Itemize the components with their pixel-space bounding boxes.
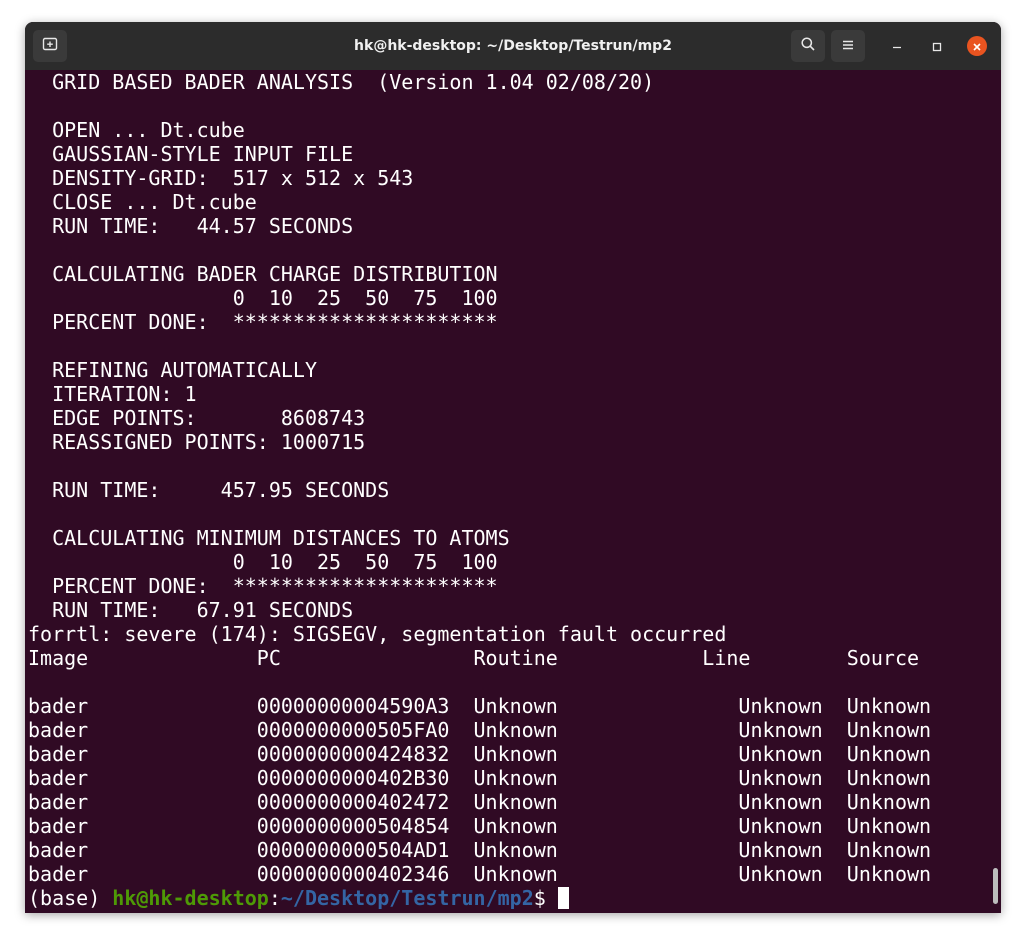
terminal-line: forrtl: severe (174): SIGSEGV, segmentat…	[28, 622, 727, 646]
close-icon	[972, 37, 982, 56]
prompt-env: (base)	[28, 886, 113, 910]
terminal-line: GAUSSIAN-STYLE INPUT FILE	[28, 142, 354, 166]
terminal-line: CLOSE ... Dt.cube	[28, 190, 257, 214]
prompt-path: ~/Desktop/Testrun/mp2	[280, 886, 534, 910]
terminal-output-area[interactable]: GRID BASED BADER ANALYSIS (Version 1.04 …	[25, 70, 1001, 913]
terminal-line: CALCULATING MINIMUM DISTANCES TO ATOMS	[28, 526, 510, 550]
terminal-line: RUN TIME: 44.57 SECONDS	[28, 214, 354, 238]
terminal-line: RUN TIME: 457.95 SECONDS	[28, 478, 390, 502]
maximize-button[interactable]	[927, 36, 947, 56]
minimize-button[interactable]	[887, 36, 907, 56]
terminal-line: REFINING AUTOMATICALLY	[28, 358, 317, 382]
close-button[interactable]	[967, 36, 987, 56]
terminal-line: Image PC Routine Line Source	[28, 646, 920, 670]
terminal-line: 0 10 25 50 75 100	[28, 286, 498, 310]
hamburger-menu-icon	[841, 37, 855, 56]
terminal-line: EDGE POINTS: 8608743	[28, 406, 366, 430]
maximize-icon	[932, 37, 942, 56]
terminal-line: 0 10 25 50 75 100	[28, 550, 498, 574]
search-button[interactable]	[791, 30, 825, 62]
terminal-line: CALCULATING BADER CHARGE DISTRIBUTION	[28, 262, 498, 286]
terminal-line: ITERATION: 1	[28, 382, 197, 406]
terminal-output: GRID BASED BADER ANALYSIS (Version 1.04 …	[28, 70, 931, 886]
scrollbar[interactable]	[993, 868, 998, 904]
command-prompt[interactable]: (base) hk@hk-desktop:~/Desktop/Testrun/m…	[28, 886, 569, 910]
title-bar[interactable]: hk@hk-desktop: ~/Desktop/Testrun/mp2	[25, 22, 1001, 70]
prompt-symbol: $	[533, 886, 558, 910]
terminal-line: bader 00000000004590A3 Unknown Unknown U…	[28, 694, 932, 718]
terminal-line: REASSIGNED POINTS: 1000715	[28, 430, 366, 454]
terminal-line: bader 0000000000402B30 Unknown Unknown U…	[28, 766, 932, 790]
menu-button[interactable]	[831, 30, 865, 62]
terminal-line: RUN TIME: 67.91 SECONDS	[28, 598, 354, 622]
terminal-line: bader 0000000000505FA0 Unknown Unknown U…	[28, 718, 932, 742]
prompt-separator: :	[268, 886, 281, 910]
terminal-line: bader 0000000000424832 Unknown Unknown U…	[28, 742, 932, 766]
terminal-line: bader 0000000000402346 Unknown Unknown U…	[28, 862, 932, 886]
terminal-line: bader 0000000000504854 Unknown Unknown U…	[28, 814, 932, 838]
terminal-line: GRID BASED BADER ANALYSIS (Version 1.04 …	[28, 70, 655, 94]
terminal-line: bader 0000000000504AD1 Unknown Unknown U…	[28, 838, 932, 862]
prompt-user-host: hk@hk-desktop	[112, 886, 269, 910]
terminal-line: bader 0000000000402472 Unknown Unknown U…	[28, 790, 932, 814]
terminal-line: OPEN ... Dt.cube	[28, 118, 245, 142]
terminal-line: PERCENT DONE: **********************	[28, 310, 498, 334]
terminal-window: hk@hk-desktop: ~/Desktop/Testrun/mp2 GRI…	[25, 22, 1001, 913]
terminal-line: PERCENT DONE: **********************	[28, 574, 498, 598]
terminal-line: DENSITY-GRID: 517 x 512 x 543	[28, 166, 414, 190]
search-icon	[800, 36, 816, 56]
text-cursor	[557, 887, 569, 909]
minimize-icon	[892, 37, 902, 56]
